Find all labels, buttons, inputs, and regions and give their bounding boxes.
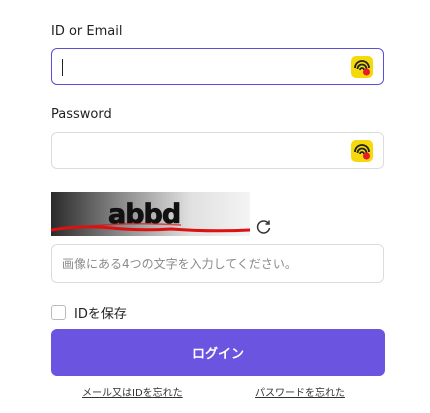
id-email-input[interactable] <box>51 48 384 85</box>
forgot-password-link[interactable]: パスワードを忘れた <box>255 384 345 399</box>
refresh-icon[interactable] <box>256 219 272 235</box>
login-button[interactable]: ログイン <box>51 329 385 376</box>
remember-id-checkbox[interactable] <box>51 305 66 320</box>
login-form: ID or Email Password abbd 画像にある4つの文字を入力し… <box>0 0 430 413</box>
remember-id-row[interactable]: IDを保存 <box>51 303 127 322</box>
password-label: Password <box>51 107 112 122</box>
password-manager-icon[interactable] <box>351 56 373 78</box>
captcha-text: abbd <box>108 199 180 230</box>
remember-id-label[interactable]: IDを保存 <box>74 303 127 322</box>
captcha-image: abbd <box>50 192 251 236</box>
captcha-input[interactable] <box>51 244 384 283</box>
text-cursor <box>62 59 63 76</box>
password-manager-icon[interactable] <box>351 140 373 162</box>
id-email-label: ID or Email <box>51 24 123 39</box>
password-input[interactable] <box>51 132 384 169</box>
forgot-id-link[interactable]: メール又はIDを忘れた <box>82 384 183 399</box>
